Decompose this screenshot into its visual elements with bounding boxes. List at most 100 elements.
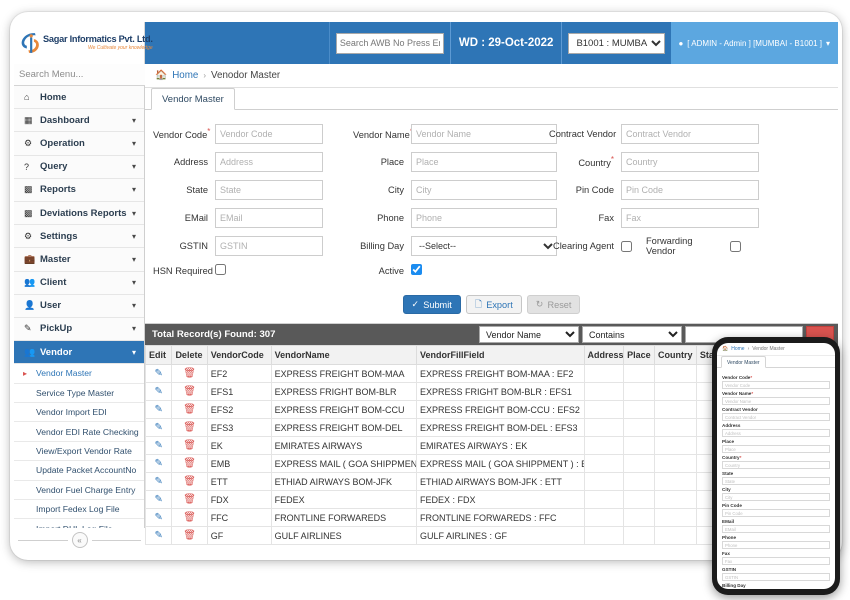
sidebar-subitem-vendor-fuel-charge-entry[interactable]: Vendor Fuel Charge Entry — [14, 480, 144, 500]
sidebar-subitem-vendor-edi-rate-checking[interactable]: Vendor EDI Rate Checking — [14, 422, 144, 442]
mobile-input-vendor-code[interactable]: Vendor Code — [722, 381, 830, 389]
filter-operator-select[interactable]: Contains — [582, 326, 682, 343]
mobile-input-email[interactable]: EMail — [722, 525, 830, 533]
sidebar-item-vendor[interactable]: 👥 Vendor ▾ — [14, 341, 144, 365]
phone-input[interactable] — [411, 208, 557, 228]
delete-cell[interactable]: 🗑 — [171, 526, 208, 545]
trash-icon[interactable]: 🗑 — [183, 404, 196, 415]
pencil-icon[interactable]: ✎ — [155, 422, 163, 433]
edit-cell[interactable]: ✎ — [144, 472, 173, 491]
trash-icon[interactable]: 🗑 — [183, 440, 196, 451]
sidebar-item-operation[interactable]: ⚙ Operation ▾ — [14, 132, 144, 156]
trash-icon[interactable]: 🗑 — [183, 494, 196, 505]
sidebar-item-client[interactable]: 👥 Client ▾ — [14, 271, 144, 295]
city-input[interactable] — [411, 180, 557, 200]
delete-cell[interactable]: 🗑 — [171, 436, 208, 455]
country-input[interactable] — [621, 152, 759, 172]
delete-cell[interactable]: 🗑 — [171, 382, 208, 401]
active-checkbox[interactable] — [411, 264, 422, 275]
hsn-required-checkbox[interactable] — [215, 264, 226, 275]
edit-cell[interactable]: ✎ — [144, 364, 173, 383]
sidebar-item-reports[interactable]: ▩ Reports ▾ — [14, 178, 144, 202]
sidebar-item-query[interactable]: ? Query ▾ — [14, 155, 144, 179]
mobile-input-fax[interactable]: Fax — [722, 557, 830, 565]
mobile-tab-vendor-master[interactable]: Vendor Master — [721, 356, 766, 368]
column-header-country[interactable]: Country — [654, 345, 697, 365]
sidebar-subitem-view-export-vendor-rate[interactable]: View/Export Vendor Rate — [14, 441, 144, 462]
place-input[interactable] — [411, 152, 557, 172]
export-button[interactable]: 🗋 Export — [465, 295, 522, 314]
sidebar-subitem-vendor-import-edi[interactable]: Vendor Import EDI — [14, 403, 144, 423]
contract-vendor-input[interactable] — [621, 124, 759, 144]
state-input[interactable] — [215, 180, 323, 200]
pencil-icon[interactable]: ✎ — [155, 476, 163, 487]
column-header-address[interactable]: Address — [583, 345, 625, 365]
sidebar-item-pickup[interactable]: ✎ PickUp ▾ — [14, 317, 144, 342]
edit-cell[interactable]: ✎ — [144, 436, 173, 455]
filter-field-select[interactable]: Vendor Name — [479, 326, 579, 343]
sidebar-item-home[interactable]: ⌂ Home — [14, 86, 144, 110]
trash-icon[interactable]: 🗑 — [183, 476, 196, 487]
delete-cell[interactable]: 🗑 — [171, 508, 208, 527]
pencil-icon[interactable]: ✎ — [155, 404, 163, 415]
vendor-name-input[interactable] — [411, 124, 557, 144]
edit-cell[interactable]: ✎ — [144, 454, 173, 473]
sidebar-subitem-service-type-master[interactable]: Service Type Master — [14, 383, 144, 404]
pencil-icon[interactable]: ✎ — [155, 458, 163, 469]
delete-cell[interactable]: 🗑 — [171, 472, 208, 491]
sidebar-item-user[interactable]: 👤 User ▾ — [14, 294, 144, 318]
sidebar-item-dashboard[interactable]: ▦ Dashboard ▾ — [14, 109, 144, 133]
mobile-breadcrumb-home[interactable]: Home — [731, 346, 744, 352]
mobile-input-address[interactable]: Address — [722, 429, 830, 437]
mobile-input-phone[interactable]: Phone — [722, 541, 830, 549]
column-header-vendorcode[interactable]: VendorCode — [206, 345, 272, 365]
column-header-place[interactable]: Place — [623, 345, 656, 365]
column-header-vendorname[interactable]: VendorName — [270, 345, 418, 365]
mobile-input-city[interactable]: City — [722, 493, 830, 501]
edit-cell[interactable]: ✎ — [144, 382, 173, 401]
user-account-menu[interactable]: ● [ ADMIN - Admin ] [MUMBAI - B1001 ] ▾ — [671, 22, 838, 64]
trash-icon[interactable]: 🗑 — [183, 512, 196, 523]
mobile-input-contract-vendor[interactable]: Contract Vendor — [722, 413, 830, 421]
edit-cell[interactable]: ✎ — [144, 490, 173, 509]
sidebar-subitem-import-fedex-log-file[interactable]: Import Fedex Log File — [14, 499, 144, 520]
trash-icon[interactable]: 🗑 — [183, 368, 196, 379]
edit-cell[interactable]: ✎ — [144, 400, 173, 419]
edit-cell[interactable]: ✎ — [144, 526, 173, 545]
pencil-icon[interactable]: ✎ — [155, 368, 163, 379]
trash-icon[interactable]: 🗑 — [183, 422, 196, 433]
pencil-icon[interactable]: ✎ — [155, 494, 163, 505]
delete-cell[interactable]: 🗑 — [171, 400, 208, 419]
sidebar-item-settings[interactable]: ⚙ Settings ▾ — [14, 225, 144, 249]
pencil-icon[interactable]: ✎ — [155, 386, 163, 397]
pencil-icon[interactable]: ✎ — [155, 440, 163, 451]
mobile-input-country[interactable]: Country — [722, 461, 830, 469]
column-header-edit[interactable]: Edit — [144, 345, 173, 365]
mobile-input-place[interactable]: Place — [722, 445, 830, 453]
sidebar-item-master[interactable]: 💼 Master ▾ — [14, 248, 144, 272]
trash-icon[interactable]: 🗑 — [183, 458, 196, 469]
mobile-input-state[interactable]: State — [722, 477, 830, 485]
edit-cell[interactable]: ✎ — [144, 418, 173, 437]
tab-vendor-master[interactable]: Vendor Master — [151, 88, 235, 110]
mobile-input-pin-code[interactable]: Pin Code — [722, 509, 830, 517]
email-input[interactable] — [215, 208, 323, 228]
pin-code-input[interactable] — [621, 180, 759, 200]
trash-icon[interactable]: 🗑 — [183, 530, 196, 541]
awb-search-input[interactable] — [335, 32, 444, 54]
forwarding-vendor-checkbox[interactable] — [730, 240, 741, 252]
trash-icon[interactable]: 🗑 — [183, 386, 196, 397]
fax-input[interactable] — [621, 208, 759, 228]
mobile-input-gstin[interactable]: GSTIN — [722, 573, 830, 581]
pencil-icon[interactable]: ✎ — [155, 512, 163, 523]
delete-cell[interactable]: 🗑 — [171, 364, 208, 383]
billing-day-select[interactable]: --Select-- — [411, 236, 557, 256]
gstin-input[interactable] — [215, 236, 323, 256]
sidebar-subitem-update-packet-accountno[interactable]: Update Packet AccountNo — [14, 461, 144, 481]
column-header-delete[interactable]: Delete — [171, 345, 208, 365]
vendor-code-input[interactable] — [215, 124, 323, 144]
reset-button[interactable]: ↻ Reset — [526, 295, 581, 314]
delete-cell[interactable]: 🗑 — [171, 418, 208, 437]
mobile-input-vendor-name[interactable]: Vendor Name — [722, 397, 830, 405]
sidebar-subitem-vendor-master[interactable]: Vendor Master — [14, 364, 144, 384]
